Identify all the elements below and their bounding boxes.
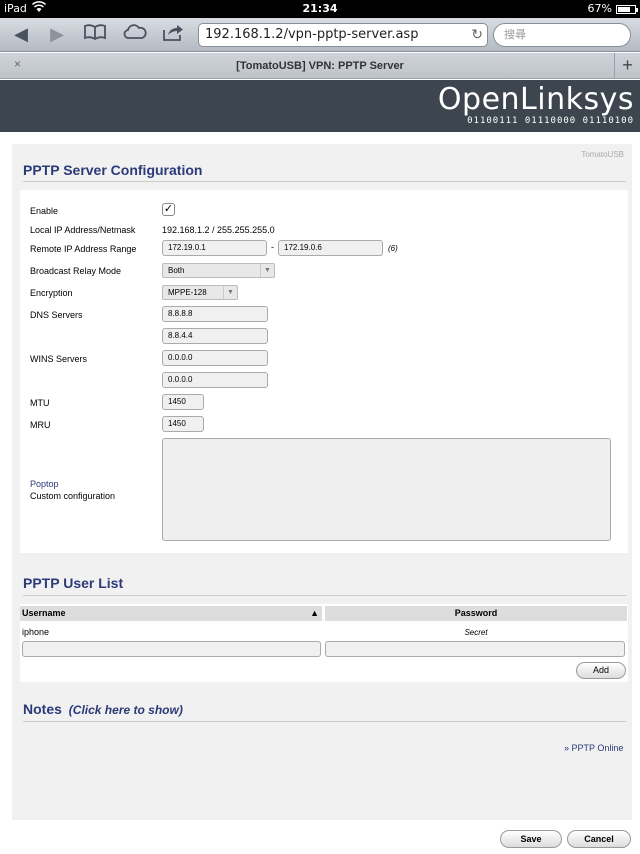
broadcast-value: Both bbox=[168, 266, 185, 275]
share-icon[interactable] bbox=[160, 24, 186, 46]
password-column-header[interactable]: Password bbox=[325, 606, 627, 621]
new-tab-button[interactable]: + bbox=[614, 53, 640, 79]
new-password-input[interactable] bbox=[325, 641, 625, 657]
section-title-userlist: PPTP User List bbox=[23, 575, 124, 591]
main-content: TomatoUSB PPTP Server Configuration Enab… bbox=[12, 144, 632, 820]
encryption-select[interactable]: MPPE-128 ▼ bbox=[162, 285, 238, 300]
back-icon[interactable]: ◀ bbox=[8, 24, 34, 46]
remote-end-input[interactable]: 172.19.0.6 bbox=[278, 240, 383, 256]
broadcast-label: Broadcast Relay Mode bbox=[30, 266, 122, 276]
dns2-input[interactable]: 8.8.4.4 bbox=[162, 328, 268, 344]
mtu-label: MTU bbox=[30, 398, 50, 408]
notes-header[interactable]: Notes (Click here to show) bbox=[23, 701, 183, 717]
notes-toggle-link[interactable]: (Click here to show) bbox=[69, 703, 183, 717]
wins-label: WINS Servers bbox=[30, 354, 88, 364]
tab-title[interactable]: [TomatoUSB] VPN: PPTP Server bbox=[0, 60, 640, 72]
remote-range-label: Remote IP Address Range bbox=[30, 244, 137, 254]
username-column-header[interactable]: Username ▲ bbox=[20, 606, 322, 621]
user-list-panel: Username ▲ Password iphone Secret Add bbox=[20, 604, 628, 682]
wins2-input[interactable]: 0.0.0.0 bbox=[162, 372, 268, 388]
chevron-down-icon: ▼ bbox=[223, 286, 237, 299]
new-username-input[interactable] bbox=[22, 641, 321, 657]
dns1-input[interactable]: 8.8.8.8 bbox=[162, 306, 268, 322]
bookmarks-icon[interactable] bbox=[82, 24, 108, 46]
poptop-link[interactable]: Poptop bbox=[30, 479, 59, 489]
version-tag: TomatoUSB bbox=[581, 150, 624, 159]
cancel-button[interactable]: Cancel bbox=[567, 830, 631, 848]
user-row-username[interactable]: iphone bbox=[22, 627, 49, 637]
encryption-value: MPPE-128 bbox=[168, 288, 207, 297]
cloud-icon[interactable] bbox=[122, 24, 148, 46]
custom-config-label: Custom configuration bbox=[30, 491, 116, 501]
mru-input[interactable]: 1450 bbox=[162, 416, 204, 432]
chevron-down-icon: ▼ bbox=[260, 264, 274, 277]
logo-tagline: 01100111 01110000 01110100 bbox=[467, 116, 634, 126]
local-ip-value: 192.168.1.2 / 255.255.255.0 bbox=[162, 225, 275, 235]
add-user-button[interactable]: Add bbox=[576, 662, 626, 679]
status-bar: iPad 21:34 67% bbox=[0, 0, 640, 18]
broadcast-select[interactable]: Both ▼ bbox=[162, 263, 275, 278]
site-logo: OpenLinksys bbox=[437, 82, 634, 117]
reload-icon[interactable]: ↻ bbox=[471, 24, 483, 46]
save-button[interactable]: Save bbox=[500, 830, 562, 848]
dns-label: DNS Servers bbox=[30, 310, 83, 320]
config-panel: Enable ✓ Local IP Address/Netmask 192.16… bbox=[20, 190, 628, 553]
range-count: (6) bbox=[388, 244, 398, 253]
pptp-online-link[interactable]: » PPTP Online bbox=[564, 743, 623, 753]
enable-checkbox[interactable]: ✓ bbox=[162, 203, 175, 216]
header-banner: OpenLinksys 01100111 01110000 01110100 bbox=[0, 80, 640, 132]
custom-config-textarea[interactable] bbox=[162, 438, 611, 541]
clock: 21:34 bbox=[302, 2, 338, 15]
forward-icon[interactable]: ▶ bbox=[44, 24, 70, 46]
encryption-label: Encryption bbox=[30, 288, 73, 298]
battery-icon bbox=[616, 5, 638, 14]
enable-label: Enable bbox=[30, 206, 59, 216]
mtu-input[interactable]: 1450 bbox=[162, 394, 204, 410]
user-row-password[interactable]: Secret bbox=[325, 628, 627, 637]
search-field[interactable]: 搜尋 bbox=[493, 23, 631, 47]
remote-start-input[interactable]: 172.19.0.1 bbox=[162, 240, 267, 256]
sort-asc-icon: ▲ bbox=[310, 608, 319, 618]
wins1-input[interactable]: 0.0.0.0 bbox=[162, 350, 268, 366]
url-field[interactable]: 192.168.1.2/vpn-pptp-server.asp ↻ bbox=[198, 23, 488, 47]
tab-bar: × [TomatoUSB] VPN: PPTP Server + bbox=[0, 53, 640, 79]
browser-toolbar: ◀ ▶ 192.168.1.2/vpn-pptp-server.asp ↻ 搜尋 bbox=[0, 18, 640, 52]
section-title-config: PPTP Server Configuration bbox=[23, 162, 203, 178]
local-ip-label: Local IP Address/Netmask bbox=[30, 225, 136, 235]
range-separator: - bbox=[271, 242, 274, 252]
url-text: 192.168.1.2/vpn-pptp-server.asp bbox=[205, 27, 419, 42]
battery-percent: 67% bbox=[587, 2, 612, 15]
mru-label: MRU bbox=[30, 420, 51, 430]
notes-title: Notes bbox=[23, 701, 62, 717]
